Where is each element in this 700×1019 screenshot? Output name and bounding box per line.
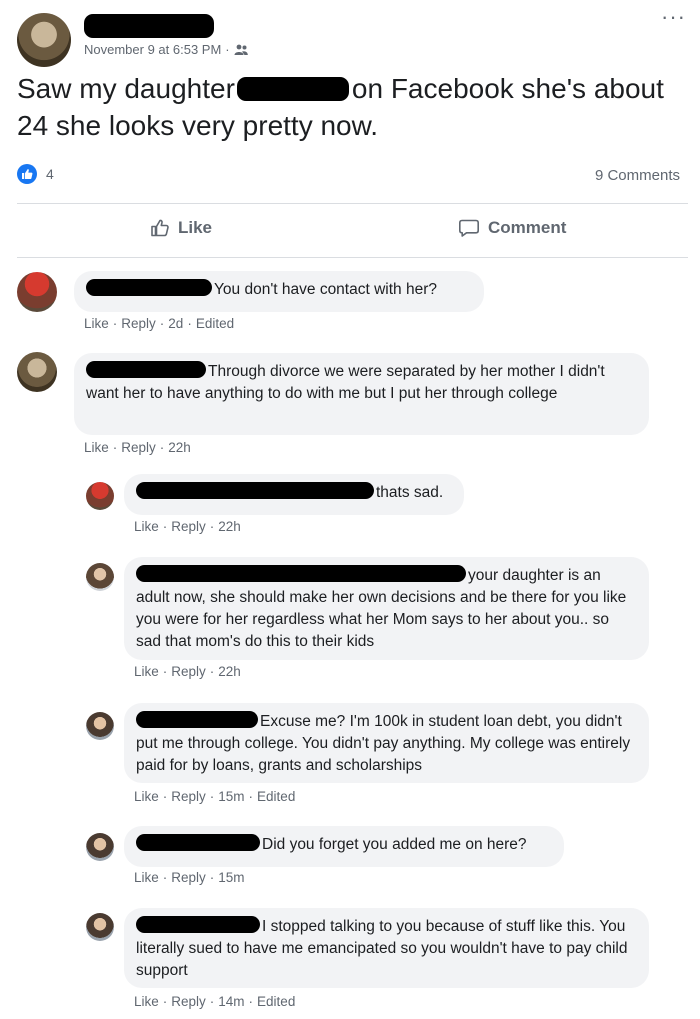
comment-meta: Like · Reply · 22h — [134, 519, 241, 534]
more-options-icon[interactable]: ··· — [661, 4, 686, 30]
post-text-start: Saw my daughter — [17, 73, 235, 104]
comment-text: thats sad. — [376, 484, 444, 501]
comment-meta: Like · Reply · 22h — [134, 664, 241, 679]
comment-icon — [459, 219, 479, 237]
comment-like-link[interactable]: Like — [134, 519, 159, 534]
thumbs-up-icon — [151, 219, 169, 237]
reply-bubble: your daughter is an adult now, she shoul… — [124, 557, 649, 660]
comment-reply-link[interactable]: Reply — [121, 316, 156, 331]
comment-time[interactable]: 2d — [168, 316, 183, 331]
comment-reply-link[interactable]: Reply — [171, 870, 206, 885]
comment-reply-link[interactable]: Reply — [171, 994, 206, 1009]
commenter-name-redacted[interactable] — [136, 482, 374, 499]
comment-time[interactable]: 15m — [218, 789, 244, 804]
like-button-label: Like — [178, 218, 213, 237]
comment-like-link[interactable]: Like — [84, 440, 109, 455]
comment-reply-link[interactable]: Reply — [171, 519, 206, 534]
comment-text: You don't have contact with her? — [214, 281, 437, 298]
comment-button-label: Comment — [488, 218, 567, 237]
comment-meta: Like · Reply · 14m · Edited — [134, 994, 296, 1009]
reply-bubble: I stopped talking to you because of stuf… — [124, 908, 649, 988]
commenter-name-redacted[interactable] — [136, 565, 466, 582]
comment-edited: Edited — [195, 316, 235, 331]
comment-reply-link[interactable]: Reply — [121, 440, 156, 455]
commenter-avatar[interactable] — [86, 913, 114, 941]
meta-separator: · — [225, 42, 230, 57]
divider — [17, 203, 688, 204]
comment-edited: Edited — [257, 994, 296, 1009]
comment-meta: Like · Reply · 15m · Edited — [134, 789, 296, 804]
comment-time[interactable]: 22h — [168, 440, 191, 455]
like-button[interactable]: Like — [150, 218, 212, 238]
post-text: Saw my daughter on Facebook she's about 2… — [17, 70, 687, 144]
comment-time[interactable]: 14m — [218, 994, 244, 1009]
comment-meta: Like · Reply · 22h — [84, 440, 191, 455]
comment-meta: Like · Reply · 2d · Edited — [84, 316, 235, 331]
comment-bubble: Through divorce we were separated by her… — [74, 353, 649, 435]
comment-time[interactable]: 15m — [218, 870, 244, 885]
commenter-avatar[interactable] — [86, 482, 114, 510]
daughter-name-redacted — [236, 77, 349, 101]
commenter-avatar[interactable] — [17, 272, 57, 312]
post-meta: November 9 at 6:53 PM · — [84, 42, 248, 57]
commenter-avatar[interactable] — [86, 712, 114, 740]
comment-count[interactable]: 9 Comments — [595, 167, 680, 184]
author-name-redacted[interactable] — [84, 14, 214, 38]
comment-text: Did you forget you added me on here? — [262, 836, 527, 853]
reply-bubble: Excuse me? I'm 100k in student loan debt… — [124, 703, 649, 783]
comment-bubble: You don't have contact with her? — [74, 271, 484, 312]
commenter-name-redacted[interactable] — [136, 916, 260, 933]
commenter-name-redacted[interactable] — [136, 711, 258, 728]
author-avatar[interactable] — [17, 13, 71, 67]
comment-like-link[interactable]: Like — [84, 316, 109, 331]
comment-time[interactable]: 22h — [218, 664, 241, 679]
commenter-avatar[interactable] — [86, 563, 114, 591]
friends-privacy-icon[interactable] — [234, 44, 248, 56]
comment-like-link[interactable]: Like — [134, 870, 159, 885]
comment-time[interactable]: 22h — [218, 519, 241, 534]
comment-meta: Like · Reply · 15m — [134, 870, 245, 885]
comment-reply-link[interactable]: Reply — [171, 789, 206, 804]
commenter-name-redacted[interactable] — [136, 834, 260, 851]
commenter-name-redacted[interactable] — [86, 361, 206, 378]
comment-like-link[interactable]: Like — [134, 994, 159, 1009]
comment-like-link[interactable]: Like — [134, 664, 159, 679]
author-avatar[interactable] — [17, 352, 57, 392]
like-reaction-icon[interactable] — [17, 164, 37, 184]
comment-reply-link[interactable]: Reply — [171, 664, 206, 679]
commenter-name-redacted[interactable] — [86, 279, 212, 296]
comment-edited: Edited — [257, 789, 296, 804]
divider — [17, 257, 688, 258]
post-timestamp[interactable]: November 9 at 6:53 PM — [84, 42, 221, 57]
reply-bubble: Did you forget you added me on here? — [124, 826, 564, 867]
commenter-avatar[interactable] — [86, 833, 114, 861]
reaction-count[interactable]: 4 — [46, 166, 54, 182]
reply-bubble: thats sad. — [124, 474, 464, 515]
comment-like-link[interactable]: Like — [134, 789, 159, 804]
comment-button[interactable]: Comment — [458, 218, 566, 238]
